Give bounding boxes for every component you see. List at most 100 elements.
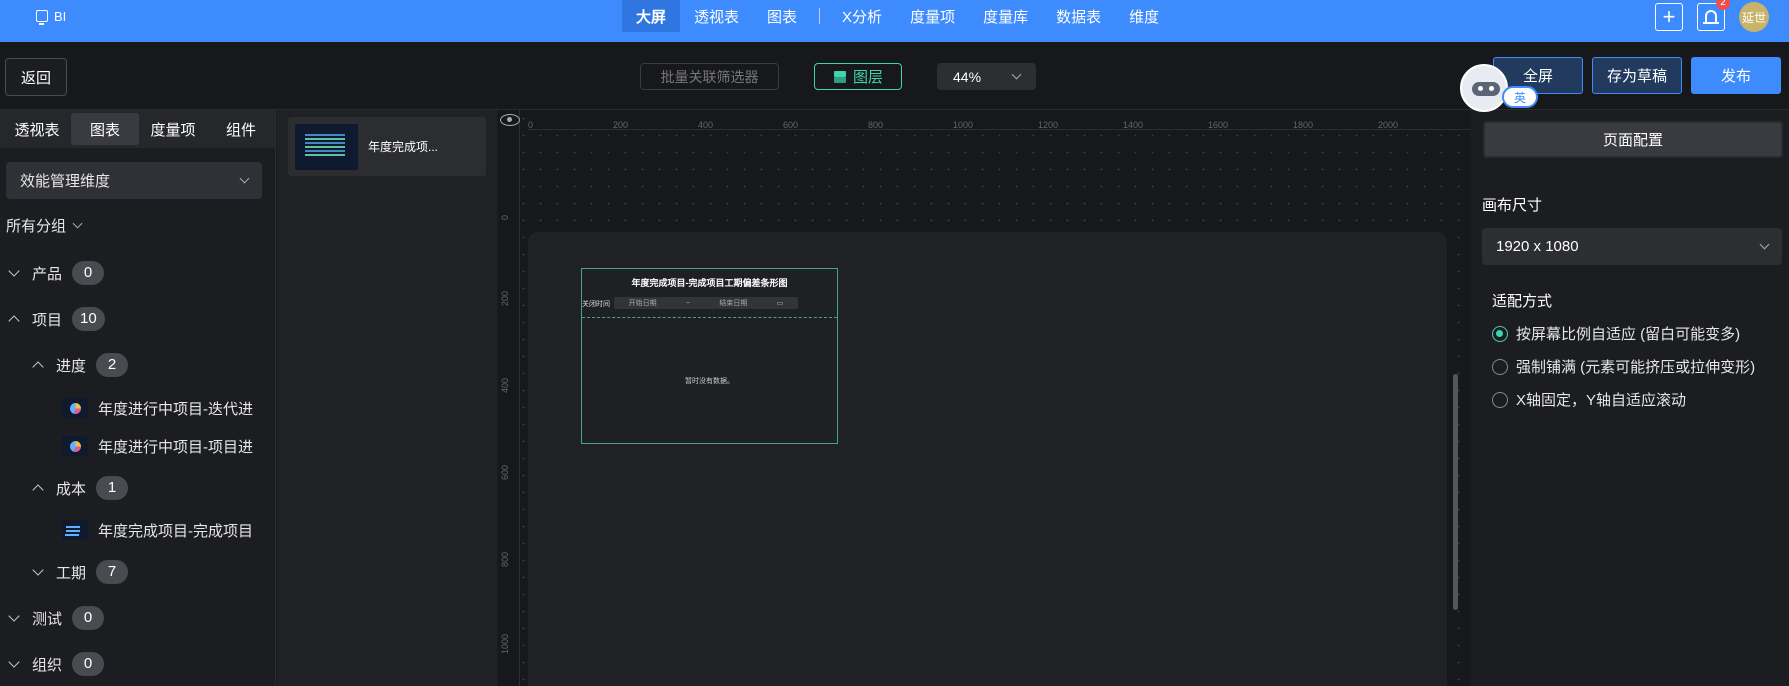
ruler-y-label: 0 bbox=[500, 214, 510, 220]
assistant-widget[interactable]: 英 bbox=[1460, 64, 1538, 114]
ruler-x-label: 1400 bbox=[1123, 120, 1144, 130]
main-nav-tabs: 大屏 透视表 图表 X分析 度量项 度量库 数据表 维度 bbox=[622, 0, 1173, 32]
page-config-tab[interactable]: 页面配置 bbox=[1483, 121, 1783, 158]
tree-group-test[interactable]: 测试 0 bbox=[8, 605, 105, 631]
chevron-up-icon bbox=[32, 484, 44, 496]
top-nav-bar: BI 大屏 透视表 图表 X分析 度量项 度量库 数据表 维度 + 2 延世 bbox=[0, 0, 1789, 42]
widget-divider bbox=[582, 317, 837, 318]
editor-canvas[interactable]: 0 200 400 600 800 1000 1200 1400 1600 18… bbox=[498, 110, 1470, 686]
widget-title: 年度完成项目-完成项目工期偏差条形图 bbox=[631, 278, 788, 288]
tab-component[interactable]: 组件 bbox=[207, 113, 275, 145]
tree-chart-item[interactable]: 年度进行中项目-项目进 bbox=[62, 432, 262, 460]
chevron-up-icon bbox=[8, 315, 20, 327]
tree-chart-label: 年度进行中项目-迭代进 bbox=[98, 400, 253, 418]
save-draft-button[interactable]: 存为草稿 bbox=[1592, 57, 1682, 94]
pie-chart-thumb-icon bbox=[62, 398, 88, 418]
widget-empty-text: 暂时没有数据。 bbox=[685, 378, 734, 385]
tree-chart-item[interactable]: 年度进行中项目-迭代进 bbox=[62, 394, 262, 422]
chevron-down-icon bbox=[8, 265, 20, 277]
bell-icon bbox=[1703, 10, 1719, 24]
fit-option-x-fixed[interactable]: X轴固定，Y轴自适应滚动 bbox=[1492, 389, 1686, 410]
monitor-icon bbox=[36, 10, 48, 25]
nav-tab-pivot[interactable]: 透视表 bbox=[680, 0, 753, 32]
tab-chart[interactable]: 图表 bbox=[71, 113, 139, 145]
chevron-down-icon bbox=[32, 564, 44, 576]
tree-group-duration[interactable]: 工期 7 bbox=[32, 559, 129, 585]
nav-tab-measure[interactable]: 度量项 bbox=[896, 0, 969, 32]
ruler-x-label: 200 bbox=[613, 120, 629, 130]
tree-group-count: 1 bbox=[96, 476, 129, 500]
nav-tab-dimension[interactable]: 维度 bbox=[1115, 0, 1173, 32]
end-date-input[interactable]: 结束日期 bbox=[719, 298, 747, 308]
chevron-down-icon bbox=[72, 218, 83, 229]
nav-tab-datatable[interactable]: 数据表 bbox=[1042, 0, 1115, 32]
tab-measure[interactable]: 度量项 bbox=[139, 113, 207, 145]
all-groups-dropdown[interactable]: 所有分组 bbox=[6, 215, 83, 236]
batch-filter-button[interactable]: 批量关联筛选器 bbox=[640, 63, 779, 90]
tree-group-count: 10 bbox=[72, 307, 105, 331]
zoom-select[interactable]: 44% bbox=[937, 63, 1036, 90]
dimension-select[interactable]: 效能管理维度 bbox=[6, 162, 262, 199]
fit-option-stretch[interactable]: 强制铺满 (元素可能挤压或拉伸变形) bbox=[1492, 356, 1755, 377]
tree-group-product[interactable]: 产品 0 bbox=[8, 260, 105, 286]
ruler-x-label: 1000 bbox=[953, 120, 974, 130]
ruler-y-label: 400 bbox=[500, 377, 510, 393]
ruler-x-label: 1200 bbox=[1038, 120, 1059, 130]
tab-pivot[interactable]: 透视表 bbox=[3, 113, 71, 145]
tree-group-progress[interactable]: 进度 2 bbox=[32, 352, 129, 378]
pie-chart-thumb-icon bbox=[62, 436, 88, 456]
right-panel: 页面配置 画布尺寸 1920 x 1080 适配方式 按屏幕比例自适应 (留白可… bbox=[1471, 110, 1789, 686]
eye-icon[interactable] bbox=[500, 114, 520, 126]
ruler-x-label: 0 bbox=[528, 120, 534, 130]
tree-group-count: 0 bbox=[72, 606, 105, 630]
ruler-y-label: 800 bbox=[500, 551, 510, 567]
publish-button[interactable]: 发布 bbox=[1691, 57, 1781, 94]
fit-option-label: 按屏幕比例自适应 (留白可能变多) bbox=[1516, 326, 1741, 343]
left-panel-tabs: 透视表 图表 度量项 组件 bbox=[0, 110, 275, 148]
radio-checked-icon bbox=[1492, 325, 1508, 342]
notifications-button[interactable]: 2 bbox=[1697, 0, 1730, 31]
chart-widget[interactable]: 年度完成项目-完成项目工期偏差条形图 关闭时间 开始日期 ~ 结束日期 ▭ 暂时… bbox=[581, 268, 838, 444]
widget-filter-label: 关闭时间 bbox=[582, 301, 610, 308]
tree-group-label: 成本 bbox=[56, 480, 87, 498]
language-toggle[interactable]: 英 bbox=[1502, 86, 1538, 108]
ruler-x-label: 600 bbox=[783, 120, 799, 130]
layer-item[interactable]: 年度完成项... bbox=[288, 117, 486, 176]
tree-chart-label: 年度完成项目-完成项目 bbox=[98, 522, 253, 540]
radio-unchecked-icon bbox=[1492, 391, 1508, 408]
range-separator: ~ bbox=[685, 299, 691, 307]
date-range-picker[interactable]: 开始日期 ~ 结束日期 ▭ bbox=[614, 297, 798, 309]
tree-group-org[interactable]: 组织 0 bbox=[8, 651, 105, 677]
user-avatar[interactable]: 延世 bbox=[1739, 2, 1769, 32]
calendar-icon: ▭ bbox=[776, 300, 784, 307]
nav-tab-measure-library[interactable]: 度量库 bbox=[969, 0, 1042, 32]
tree-group-project[interactable]: 项目 10 bbox=[8, 306, 105, 332]
chevron-down-icon bbox=[8, 610, 20, 622]
add-button[interactable]: + bbox=[1655, 3, 1683, 31]
chevron-down-icon bbox=[239, 173, 250, 184]
fit-option-proportional[interactable]: 按屏幕比例自适应 (留白可能变多) bbox=[1492, 323, 1740, 344]
nav-tab-dashboard[interactable]: 大屏 bbox=[622, 0, 681, 32]
chevron-down-icon bbox=[8, 656, 20, 668]
tree-chart-label: 年度进行中项目-项目进 bbox=[98, 438, 253, 456]
plus-icon: + bbox=[1662, 4, 1676, 29]
back-button[interactable]: 返回 bbox=[5, 58, 67, 96]
nav-tab-x-analysis[interactable]: X分析 bbox=[828, 0, 896, 32]
dimension-select-value: 效能管理维度 bbox=[20, 173, 111, 190]
robot-icon bbox=[1460, 64, 1508, 112]
start-date-input[interactable]: 开始日期 bbox=[629, 298, 657, 308]
canvas-size-select[interactable]: 1920 x 1080 bbox=[1482, 228, 1782, 265]
tree-chart-item[interactable]: 年度完成项目-完成项目 bbox=[62, 516, 262, 544]
left-panel: 透视表 图表 度量项 组件 效能管理维度 所有分组 产品 0 项目 10 进度 … bbox=[0, 110, 276, 686]
radio-unchecked-icon bbox=[1492, 358, 1508, 375]
brand-label: BI bbox=[54, 8, 67, 24]
tree-group-cost[interactable]: 成本 1 bbox=[32, 475, 129, 501]
nav-tab-chart[interactable]: 图表 bbox=[753, 0, 811, 32]
horizontal-ruler: 0 200 400 600 800 1000 1200 1400 1600 18… bbox=[528, 110, 1470, 130]
tree-group-label: 产品 bbox=[32, 265, 63, 283]
layers-button[interactable]: 图层 bbox=[814, 63, 902, 90]
canvas-scrollbar[interactable] bbox=[1453, 374, 1458, 610]
brand[interactable]: BI bbox=[36, 0, 66, 32]
canvas-page[interactable]: 年度完成项目-完成项目工期偏差条形图 关闭时间 开始日期 ~ 结束日期 ▭ 暂时… bbox=[528, 232, 1447, 686]
ruler-x-label: 1600 bbox=[1208, 120, 1229, 130]
